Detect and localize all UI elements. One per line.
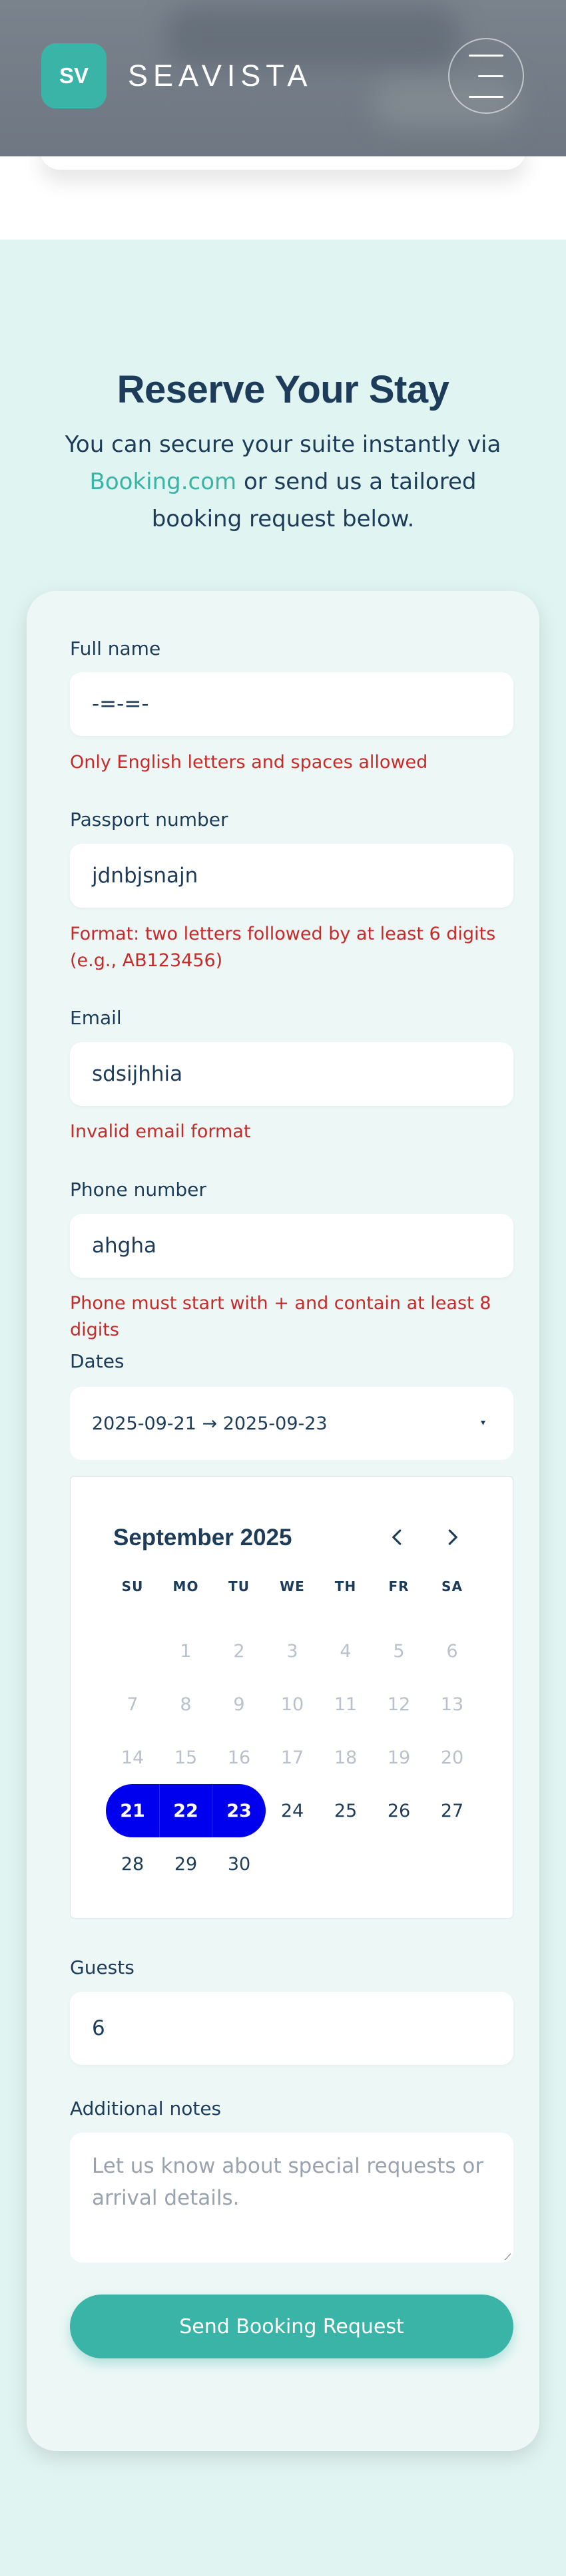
calendar-empty-cell [372,1837,425,1891]
full-name-input[interactable]: -=-=- [70,672,513,736]
email-label: Email [70,1007,122,1029]
calendar-day[interactable]: 24 [266,1784,319,1837]
logo-badge[interactable]: SV [41,43,107,108]
calendar-day[interactable]: 25 [319,1784,372,1837]
calendar-day[interactable]: 23 [212,1784,266,1837]
calendar-empty-cell [425,1837,479,1891]
calendar-empty-cell [319,1837,372,1891]
calendar-day[interactable]: 30 [212,1837,266,1891]
dates-label: Dates [70,1350,125,1372]
calendar-grid: SU MO TU WE TH FR SA 1 2 3 4 5 6 7 8 9 10 11 12 13 14 15 16 17 1… [106,1576,479,1891]
notes-textarea[interactable]: Let us know about special requests or ar… [70,2133,513,2263]
calendar-day[interactable]: 26 [372,1784,425,1837]
calendar-day: 5 [393,1640,405,1662]
calendar-day: 20 [440,1747,464,1768]
calendar-week-row: 7 8 9 10 11 12 13 [106,1678,479,1731]
calendar-weekday: FR [388,1578,410,1594]
header-underlay [0,130,566,240]
calendar-day: 19 [387,1747,411,1768]
phone-label: Phone number [70,1179,206,1200]
caret-down-icon: ▾ [480,1417,485,1428]
phone-input[interactable]: ahgha [70,1214,513,1278]
calendar-day[interactable]: 29 [159,1837,212,1891]
send-booking-request-button[interactable]: Send Booking Request [70,2295,513,2358]
calendar-day: 13 [440,1694,464,1715]
calendar-weekday: SA [441,1578,463,1594]
hamburger-icon-line [478,75,503,77]
calendar-day: 6 [446,1640,458,1662]
calendar-day: 17 [280,1747,304,1768]
calendar-day[interactable]: 22 [159,1784,212,1837]
calendar-day: 18 [334,1747,358,1768]
passport-input[interactable]: jdnbjsnajn [70,844,513,908]
calendar-day: 8 [180,1694,192,1715]
booking-com-link[interactable]: Booking.com [90,468,237,495]
subtitle-text: You can secure your suite instantly via [65,431,501,458]
dates-select[interactable]: 2025-09-21 → 2025-09-23 ▾ [70,1387,513,1460]
calendar-day[interactable]: 28 [106,1837,159,1891]
calendar-week-row: 1 2 3 4 5 6 [106,1624,479,1678]
passport-label: Passport number [70,809,228,830]
guests-label: Guests [70,1956,135,1978]
calendar-weekday: WE [280,1578,305,1594]
brand-name[interactable]: SEAVISTA [128,59,312,93]
calendar-day: 1 [180,1640,192,1662]
calendar-day: 10 [280,1694,304,1715]
calendar-weekday-row: SU MO TU WE TH FR SA [106,1576,479,1596]
dates-value: 2025-09-21 → 2025-09-23 [92,1413,328,1434]
calendar-day: 2 [233,1640,245,1662]
header-background-blur [166,7,459,67]
page-subtitle: You can secure your suite instantly via … [53,426,513,538]
calendar-empty-cell [266,1837,319,1891]
calendar-day: 3 [286,1640,298,1662]
calendar-weekday: SU [121,1578,144,1594]
calendar-day[interactable]: 27 [425,1784,479,1837]
calendar-day: 9 [233,1694,245,1715]
site-header: SV SEAVISTA [0,0,566,156]
calendar-day: 12 [387,1694,411,1715]
full-name-error: Only English letters and spaces allowed [70,752,428,773]
page-title: Reserve Your Stay [117,368,449,411]
email-input[interactable]: sdsijhhia [70,1042,513,1106]
calendar-day: 11 [334,1694,358,1715]
calendar-weekday: TH [334,1578,357,1594]
full-name-label: Full name [70,638,161,659]
calendar-weekday: MO [172,1578,199,1594]
calendar-day[interactable]: 21 [106,1784,159,1837]
calendar-prev-button[interactable] [381,1521,414,1554]
email-error: Invalid email format [70,1121,251,1142]
chevron-right-icon [448,1529,457,1545]
calendar-month-label: September 2025 [113,1525,292,1551]
calendar-week-row: 28 29 30 [106,1837,479,1891]
calendar-day: 16 [227,1747,251,1768]
passport-error: Format: two letters followed by at least… [70,924,496,971]
notes-label: Additional notes [70,2098,222,2119]
calendar-day: 7 [127,1694,139,1715]
hamburger-icon [469,54,503,57]
calendar-week-row: 21 22 23 24 25 26 27 [106,1784,479,1837]
calendar-day: 15 [174,1747,198,1768]
calendar-next-button[interactable] [435,1521,469,1554]
date-picker-calendar: September 2025 SU MO TU WE TH FR SA 1 2 3 4 5 6 7 8 9 10… [70,1476,513,1919]
calendar-empty-cell [106,1624,159,1678]
phone-error: Phone must start with + and contain at l… [70,1293,491,1340]
chevron-left-icon [392,1529,402,1545]
calendar-weekday: TU [228,1578,250,1594]
calendar-day: 14 [121,1747,144,1768]
resize-handle-icon[interactable] [504,2253,511,2260]
guests-input[interactable]: 6 [70,1992,513,2065]
calendar-week-row: 14 15 16 17 18 19 20 [106,1731,479,1784]
notes-placeholder: Let us know about special requests or ar… [92,2154,484,2210]
calendar-day: 4 [340,1640,352,1662]
menu-button[interactable] [448,38,524,114]
hamburger-icon-line [469,95,503,98]
